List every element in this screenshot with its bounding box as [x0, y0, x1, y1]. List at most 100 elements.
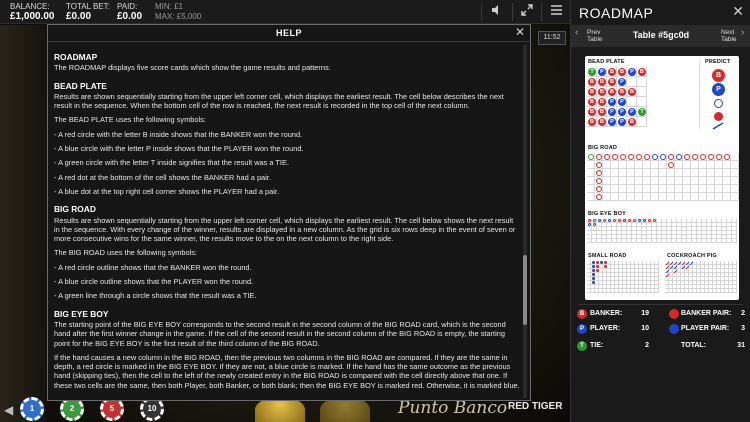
roadmap-panel: ROADMAP ✕ ‹ Prev Table Table #5gc0d Next… — [570, 0, 750, 422]
big-road-grid — [587, 153, 739, 203]
menu-icon[interactable] — [543, 0, 569, 24]
section-heading: BIG ROAD — [54, 204, 96, 215]
small-road-mark — [592, 265, 595, 268]
big-road-mark — [644, 154, 650, 160]
grid-cell — [667, 177, 675, 185]
big-road-label: BIG ROAD — [588, 145, 618, 151]
big-eye-boy-label: BIG EYE BOY — [588, 211, 626, 217]
player-pair-icon — [669, 324, 679, 334]
grid-cell — [619, 185, 627, 193]
grid-cell — [723, 177, 731, 185]
tie-value: 2 — [645, 342, 649, 349]
help-scrollbar[interactable] — [523, 45, 527, 398]
provider-logo: RED TIGER — [508, 401, 563, 412]
bead-banker: B — [588, 118, 596, 126]
grid-cell — [627, 177, 635, 185]
bead-player: P — [618, 118, 626, 126]
big-road-mark — [636, 154, 642, 160]
banker-icon: B — [577, 309, 587, 319]
max-bet: MAX: £5,000 — [155, 12, 202, 21]
grid-cell — [651, 161, 659, 169]
grid-cell — [587, 169, 595, 177]
player-icon: P — [577, 324, 587, 334]
grid-cell — [675, 169, 683, 177]
big-eye-mark — [653, 219, 656, 222]
grid-cell — [667, 193, 675, 201]
help-paragraph: The starting point of the BIG EYE BOY co… — [54, 319, 506, 348]
grid-cell — [707, 193, 715, 201]
predict-small-road-icon — [714, 112, 723, 121]
cockroach-mark — [669, 265, 674, 270]
predict-player-button[interactable]: P — [712, 83, 725, 96]
help-title: HELP — [275, 28, 302, 38]
grid-cell — [643, 185, 651, 193]
grid-cell — [683, 185, 691, 193]
big-road-mark — [700, 154, 706, 160]
grid-cell — [643, 161, 651, 169]
help-paragraph: - A red circle with the letter B inside … — [54, 129, 303, 139]
cockroach-mark — [681, 265, 686, 270]
grid-cell — [603, 185, 611, 193]
help-paragraph: The BEAD PLATE uses the following symbol… — [54, 115, 206, 125]
player-value: 10 — [641, 325, 649, 332]
big-road-mark — [596, 170, 602, 176]
help-paragraph: - A red circle outline shows that the BA… — [54, 262, 252, 272]
big-eye-mark — [598, 219, 601, 222]
stat-row-player: P PLAYER: 10 PLAYER PAIR: 3 — [577, 323, 747, 335]
bead-banker: B — [598, 118, 606, 126]
cockroach-mark — [665, 269, 670, 274]
tie-icon: T — [577, 341, 587, 351]
big-eye-mark — [588, 223, 591, 226]
big-eye-mark — [628, 219, 631, 222]
grid-cell — [731, 177, 739, 185]
player-label: PLAYER: — [590, 325, 621, 332]
grid-cell — [655, 289, 659, 293]
bead-banker: B — [618, 88, 626, 96]
grid-cell — [611, 185, 619, 193]
help-dialog: HELP ✕ ROADMAP The ROADMAP displays five… — [47, 24, 531, 401]
help-paragraph: - A blue circle outline shows that the P… — [54, 277, 254, 287]
grid-cell — [715, 161, 723, 169]
big-road-mark — [716, 154, 722, 160]
bead-player: P — [618, 98, 626, 106]
grid-cell — [731, 161, 739, 169]
fullscreen-icon[interactable] — [514, 0, 540, 24]
grid-cell — [675, 193, 683, 201]
grid-cell — [627, 97, 637, 107]
grid-cell — [731, 153, 739, 161]
bead-player: P — [618, 78, 626, 86]
cockroach-mark — [673, 269, 678, 274]
close-icon[interactable]: ✕ — [732, 3, 744, 20]
min-bet: MIN: £1 — [155, 2, 184, 11]
bead-banker: B — [618, 68, 626, 76]
chip-1[interactable]: 1 — [20, 397, 44, 421]
grid-cell — [675, 185, 683, 193]
grid-cell — [699, 185, 707, 193]
help-scrollbar-thumb[interactable] — [523, 255, 527, 325]
banker-value: 19 — [641, 310, 649, 317]
grid-cell — [651, 169, 659, 177]
grid-cell — [723, 185, 731, 193]
grid-cell — [683, 193, 691, 201]
total-bet-label: TOTAL BET: — [66, 2, 110, 11]
help-paragraph: - A blue circle with the letter P inside… — [54, 144, 304, 154]
paid-label: PAID: — [117, 2, 138, 11]
grid-cell — [659, 193, 667, 201]
grid-cell — [627, 193, 635, 201]
grid-cell — [731, 169, 739, 177]
help-paragraph: The ROADMAP displays five score cards wh… — [54, 63, 331, 73]
help-paragraph: - A red dot at the bottom of the cell sh… — [54, 172, 271, 182]
cockroach-mark — [685, 265, 690, 270]
close-icon[interactable]: ✕ — [515, 25, 525, 39]
grid-cell — [707, 177, 715, 185]
sound-icon[interactable] — [484, 0, 510, 24]
predict-banker-button[interactable]: B — [712, 69, 725, 82]
grid-cell — [603, 161, 611, 169]
section-heading: ROADMAP — [54, 52, 98, 62]
grid-cell — [637, 87, 647, 97]
grid-cell — [627, 161, 635, 169]
grid-cell — [611, 177, 619, 185]
grid-cell — [637, 97, 647, 107]
chip-scroll-left-icon[interactable]: ◀ — [4, 403, 13, 417]
paid-value: £0.00 — [117, 11, 143, 22]
